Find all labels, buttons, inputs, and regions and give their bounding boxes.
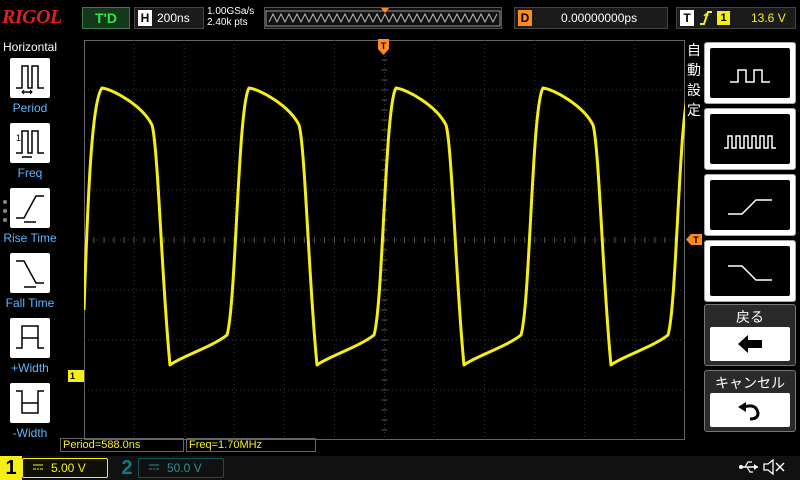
graticule <box>84 40 685 440</box>
period-measurement: Period=588.0ns <box>60 438 184 452</box>
trigger-level: 13.6 V <box>751 11 786 25</box>
back-button[interactable]: 戻る <box>704 304 796 366</box>
measure-period[interactable]: Period <box>0 58 60 122</box>
trigger-source: 1 <box>717 11 730 25</box>
ch1-indicator[interactable]: 1 <box>0 456 22 480</box>
measure-fall-time-label: Fall Time <box>5 296 55 310</box>
measure-menu: Horizontal Period 1 Freq Rise Time Fall … <box>0 37 60 457</box>
back-arrow-icon <box>738 335 762 353</box>
undo-icon <box>738 402 760 421</box>
ch1-ground-marker[interactable]: 1 <box>68 370 84 382</box>
dc-coupling-icon <box>149 464 159 470</box>
horizontal-scale-box[interactable]: H 200ns <box>134 7 204 29</box>
measure-negative-width-label: -Width <box>12 426 48 440</box>
timebase-value: 200ns <box>157 11 190 25</box>
speaker-muted-icon[interactable] <box>762 458 786 476</box>
measure-positive-width[interactable]: +Width <box>0 318 60 382</box>
delay-label: D <box>518 10 532 26</box>
positive-width-icon <box>10 318 50 358</box>
rise-time-icon <box>10 188 50 228</box>
back-label: 戻る <box>736 309 764 325</box>
sample-rate: 1.00GSa/s <box>207 6 255 17</box>
measure-fall-time[interactable]: Fall Time <box>0 253 60 317</box>
rising-edge-icon <box>700 11 712 25</box>
waveform-grid[interactable] <box>84 40 685 440</box>
freq-measurement: Freq=1.70MHz <box>186 438 316 452</box>
ch2-scale: 50.0 V <box>167 461 202 475</box>
single-pulse-icon <box>730 69 770 83</box>
pulse-train-icon <box>724 135 776 149</box>
usb-icon <box>739 461 758 473</box>
auto-setup-title: 自動設定 <box>687 42 701 118</box>
falling-edge-icon <box>728 265 772 281</box>
oscilloscope-screen: RIGOL T'D H 200ns 1.00GSa/s 2.40k pts D … <box>0 0 800 480</box>
measure-freq[interactable]: 1 Freq <box>0 123 60 187</box>
ch1-scale: 5.00 V <box>51 461 86 475</box>
measure-positive-width-label: +Width <box>11 361 49 375</box>
ch2-scale-box[interactable]: 50.0 V <box>138 458 224 478</box>
measure-rise-time[interactable]: Rise Time <box>0 188 60 252</box>
fall-time-icon <box>10 253 50 293</box>
cancel-button[interactable]: キャンセル <box>704 370 796 432</box>
memory-depth: 2.40k pts <box>207 17 248 28</box>
rigol-logo: RIGOL <box>2 6 62 28</box>
measure-menu-title: Horizontal <box>2 40 58 54</box>
ch1-scale-box[interactable]: 5.00 V <box>22 458 108 478</box>
trigger-status[interactable]: T'D <box>82 7 130 29</box>
auto-pulse-train-button[interactable] <box>704 108 796 170</box>
trigger-level-marker[interactable]: T <box>686 234 702 245</box>
measure-rise-time-label: Rise Time <box>3 231 57 245</box>
trigger-position-marker[interactable]: T <box>378 39 389 55</box>
auto-falling-edge-button[interactable] <box>704 240 796 302</box>
horizontal-label: H <box>138 10 152 26</box>
memory-overview[interactable] <box>264 7 502 29</box>
delay-box[interactable]: D 0.00000000ps <box>514 7 668 29</box>
period-measure-icon <box>10 58 50 98</box>
ch2-indicator[interactable]: 2 <box>116 456 138 480</box>
svg-text:T: T <box>381 41 387 51</box>
auto-rising-edge-button[interactable] <box>704 174 796 236</box>
measure-period-label: Period <box>12 101 48 115</box>
trigger-label: T <box>680 10 694 26</box>
auto-single-pulse-button[interactable] <box>704 42 796 104</box>
measure-negative-width[interactable]: -Width <box>0 383 60 447</box>
top-status-bar: RIGOL T'D H 200ns 1.00GSa/s 2.40k pts D … <box>0 0 800 36</box>
cancel-label: キャンセル <box>715 375 785 391</box>
trigger-box[interactable]: T 1 13.6 V <box>676 7 796 29</box>
negative-width-icon <box>10 383 50 423</box>
svg-text:T: T <box>693 235 699 245</box>
memory-waveform-icon <box>265 8 501 27</box>
svg-text:1: 1 <box>16 133 21 143</box>
rising-edge-icon <box>728 199 772 215</box>
measure-freq-label: Freq <box>17 166 43 180</box>
frequency-measure-icon: 1 <box>10 123 50 163</box>
delay-value: 0.00000000ps <box>561 11 638 25</box>
dc-coupling-icon <box>33 464 43 470</box>
